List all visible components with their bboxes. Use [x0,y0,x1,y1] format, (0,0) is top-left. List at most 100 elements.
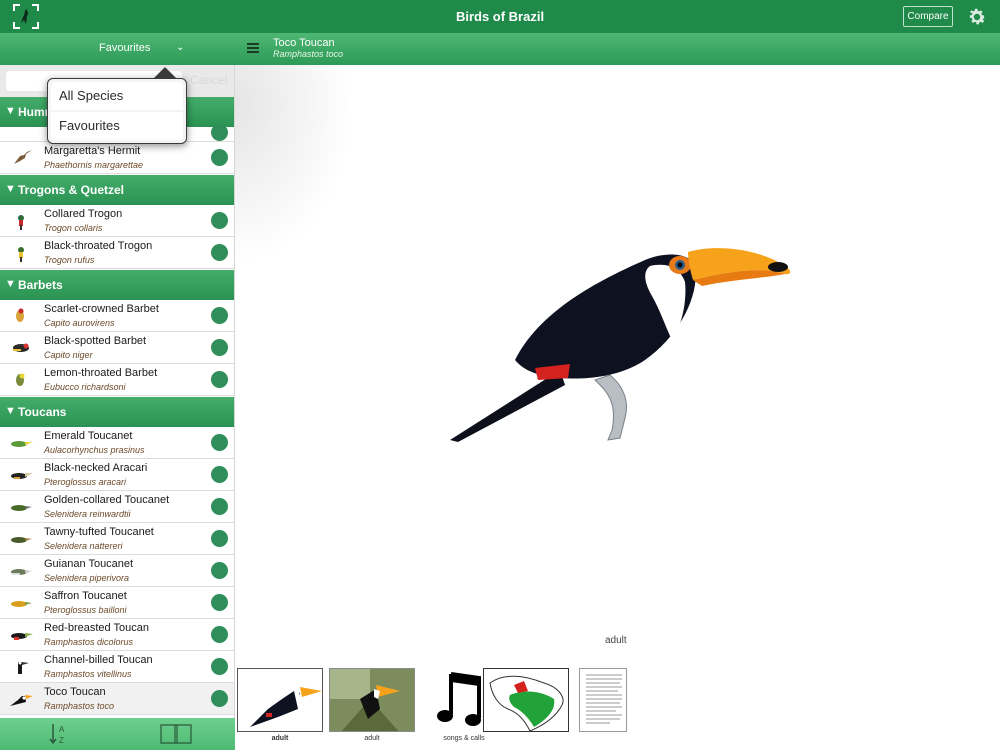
detail-header: Toco Toucan Ramphastos toco [235,33,1000,65]
species-scientific-name: Selenidera reinwardtii [44,509,131,519]
thumbnail-caption: songs & calls [443,735,485,742]
document-icon [586,674,622,724]
species-scientific-name: Trogon rufus [44,255,95,265]
section-label: Trogons & Quetzel [18,183,125,197]
species-common-name: Scarlet-crowned Barbet [44,303,159,315]
thumbnail-range-map[interactable] [483,668,569,735]
favourite-dot-icon[interactable] [211,466,228,483]
toucan-thumbnail-icon [11,473,33,479]
toucan-photo-icon [330,669,414,731]
species-common-name: Channel-billed Toucan [44,654,153,666]
trogon-thumbnail-icon [18,215,24,230]
thumbnail-illustration[interactable]: adult [237,668,323,742]
favourite-dot-icon[interactable] [211,562,228,579]
thumbnail-caption: adult [364,735,380,742]
collapse-triangle-icon: ▼ [5,278,16,290]
barbet-thumbnail-icon [16,308,24,322]
hermit-thumbnail-icon [14,150,32,164]
species-scientific-name: Pteroglossus bailloni [44,605,127,615]
list-item[interactable]: Tawny-tufted Toucanet Selenidera nattere… [0,523,234,555]
favourite-dot-icon[interactable] [211,658,228,675]
toucan-thumbnail-icon [11,569,32,575]
popover-option-all-species[interactable]: All Species [51,82,183,110]
favourite-dot-icon[interactable] [211,339,228,356]
list-item[interactable]: Emerald Toucanet Aulacorhynchus prasinus [0,427,234,459]
trogon-thumbnail-icon [18,247,24,262]
favourite-dot-icon[interactable] [211,498,228,515]
favourite-dot-icon[interactable] [211,690,228,707]
list-item[interactable]: Saffron Toucanet Pteroglossus bailloni [0,587,234,619]
favourite-dot-icon[interactable] [211,434,228,451]
section-header-trogons[interactable]: ▼ Trogons & Quetzel [0,175,234,205]
species-detail: adult adult adult songs & calls [235,65,1000,750]
favourite-dot-icon[interactable] [211,307,228,324]
favourite-dot-icon[interactable] [211,244,228,261]
toco-toucan-illustration[interactable] [440,240,800,450]
species-common-name: Margaretta's Hermit [44,145,141,157]
favourite-dot-icon[interactable] [211,371,228,388]
species-common-name: Red-breasted Toucan [44,622,149,634]
species-scientific-name: Ramphastos toco [44,701,115,711]
section-header-barbets[interactable]: ▼ Barbets [0,270,234,300]
chevron-down-icon[interactable]: ⌄ [176,42,184,53]
list-item[interactable]: Black-necked Aracari Pteroglossus aracar… [0,459,234,491]
list-item[interactable]: Black-spotted Barbet Capito niger [0,332,234,364]
species-common-name: Saffron Toucanet [44,590,127,602]
list-item[interactable]: Scarlet-crowned Barbet Capito aurovirens [0,300,234,332]
favourite-dot-icon[interactable] [211,149,228,166]
species-scientific-name: Pteroglossus aracari [44,477,127,487]
toucan-thumbnail-icon [18,661,29,674]
thumbnail-caption: adult [271,735,289,742]
list-item[interactable]: Lemon-throated Barbet Eubucco richardson… [0,364,234,396]
app-header: Birds of Brazil Compare [0,0,1000,33]
list-item[interactable]: Margaretta's Hermit Phaethornis margaret… [0,142,234,174]
species-common-name: Toco Toucan [44,686,106,698]
barbet-thumbnail-icon [13,343,29,352]
popover-shadow [235,65,355,265]
section-label: Barbets [18,278,63,292]
species-common-name: Black-throated Trogon [44,240,153,252]
book-icon[interactable] [160,724,192,744]
species-common-name: Golden-collared Toucanet [44,494,170,506]
favourite-dot-icon[interactable] [211,212,228,229]
thumbnail-photo[interactable]: adult [329,668,415,742]
section-header-toucans[interactable]: ▼ Toucans [0,397,234,427]
list-item[interactable]: Guianan Toucanet Selenidera piperivora [0,555,234,587]
species-scientific-name: Ramphastos dicolorus [44,637,134,647]
hamburger-menu-icon[interactable] [247,43,259,53]
species-scientific-name: Capito niger [44,350,93,360]
sort-az-icon[interactable]: A Z [48,722,70,746]
thumbnail-text-document[interactable] [579,668,627,735]
list-item-selected[interactable]: Toco Toucan Ramphastos toco [0,683,234,715]
list-item[interactable]: Collared Trogon Trogon collaris [0,205,234,237]
toucan-illustration-icon [250,687,322,727]
svg-text:Z: Z [59,736,64,745]
popover-option-favourites[interactable]: Favourites [51,112,183,140]
favourite-dot-icon[interactable] [211,594,228,611]
filter-dropdown-label[interactable]: Favourites [99,42,150,54]
list-item[interactable]: Channel-billed Toucan Ramphastos vitelli… [0,651,234,683]
collapse-triangle-icon: ▼ [5,183,16,195]
collapse-triangle-icon: ▼ [5,105,16,117]
species-scientific-name: Ramphastos vitellinus [44,669,132,679]
species-common-name: Black-necked Aracari [44,462,148,474]
toucan-thumbnail-icon [11,441,33,447]
compare-button[interactable]: Compare [903,6,953,27]
detail-scientific-name: Ramphastos toco [273,49,344,59]
settings-gear-icon[interactable] [966,6,988,28]
toucan-thumbnail-icon [11,537,32,543]
species-common-name: Black-spotted Barbet [44,335,147,347]
favourite-dot-icon[interactable] [211,626,228,643]
favourite-dot-icon[interactable] [211,530,228,547]
filter-bar: Favourites ⌄ [0,33,235,65]
range-map-icon [484,669,568,731]
section-label: Toucans [18,405,67,419]
list-item[interactable]: Black-throated Trogon Trogon rufus [0,237,234,269]
cancel-search-button[interactable]: Cancel [190,73,227,87]
list-item[interactable]: Red-breasted Toucan Ramphastos dicolorus [0,619,234,651]
collapse-triangle-icon: ▼ [5,405,16,417]
species-list[interactable]: Cancel ▼ Hummingbirds Margaretta's Hermi… [0,65,235,718]
list-item[interactable]: Golden-collared Toucanet Selenidera rein… [0,491,234,523]
app-title: Birds of Brazil [455,9,545,24]
favourite-dot-icon[interactable] [211,124,228,141]
